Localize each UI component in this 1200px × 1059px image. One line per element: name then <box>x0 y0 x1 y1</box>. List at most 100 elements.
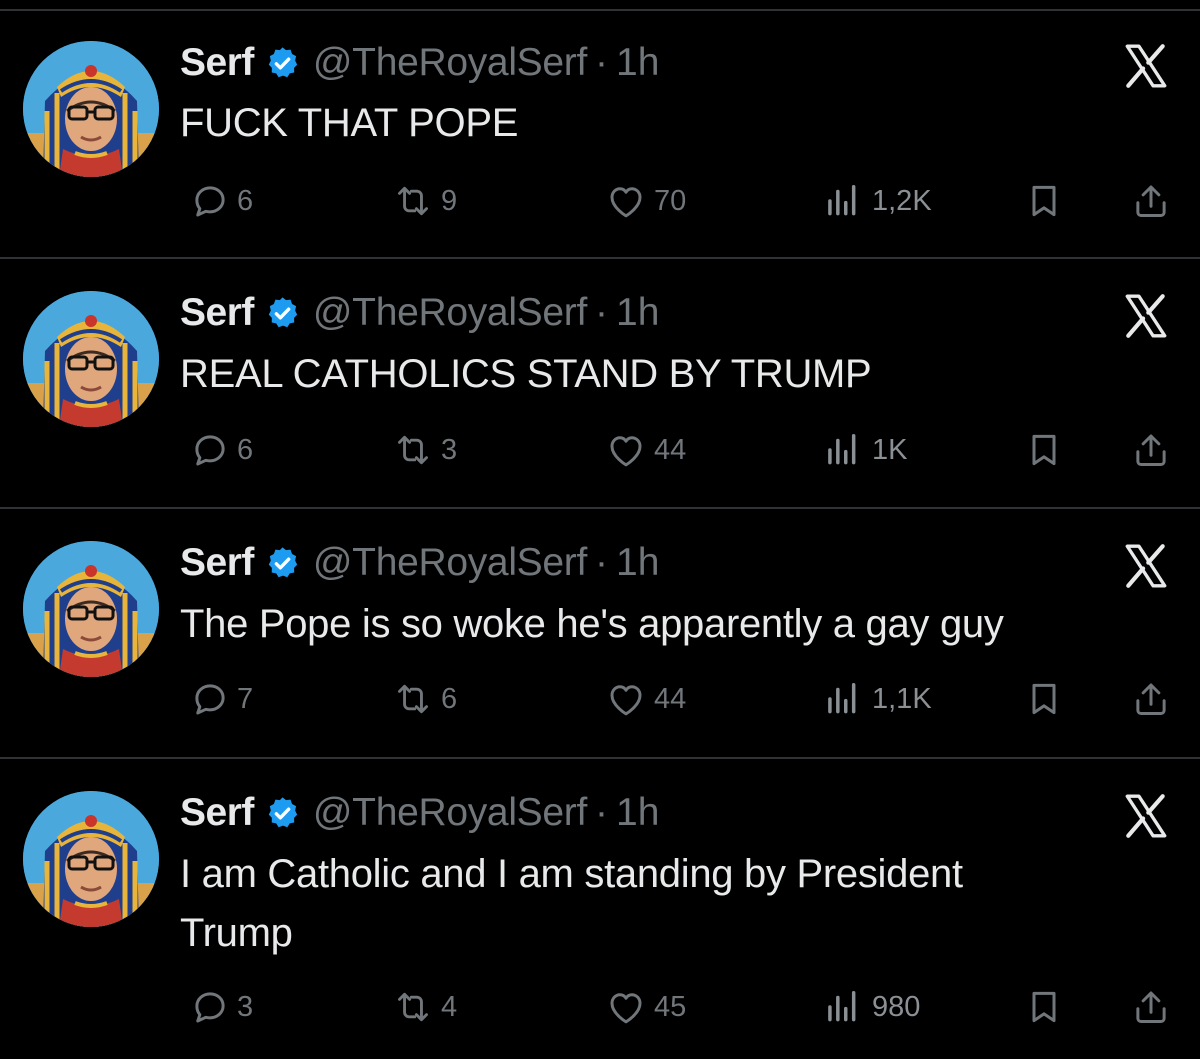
separator: · <box>595 541 609 584</box>
tweet-header: Serf @TheRoyalSerf · 1h <box>180 788 659 838</box>
reply-count: 3 <box>237 990 254 1023</box>
avatar[interactable] <box>23 541 159 677</box>
heart-icon <box>604 678 648 720</box>
share-button[interactable] <box>1124 178 1172 224</box>
timestamp[interactable]: 1h <box>616 38 659 88</box>
display-name[interactable]: Serf <box>180 38 254 88</box>
tweet-text: REAL CATHOLICS STAND BY TRUMP <box>180 352 872 396</box>
share-button[interactable] <box>1124 984 1172 1030</box>
bookmark-button[interactable] <box>1018 427 1064 473</box>
retweet-button[interactable]: 6 <box>385 676 457 722</box>
x-logo-icon <box>1121 41 1171 91</box>
retweet-icon <box>391 180 435 222</box>
action-bar: 3 4 45 980 <box>180 984 1180 1030</box>
reply-icon <box>189 678 231 720</box>
views-count: 1,2K <box>872 184 932 217</box>
tweet-feed: Serf @TheRoyalSerf · 1h FUCK THAT POPE 6… <box>0 0 1200 1059</box>
views-chart-icon <box>822 988 860 1026</box>
retweet-button[interactable]: 4 <box>385 984 457 1030</box>
reply-count: 6 <box>237 184 254 217</box>
handle[interactable]: @TheRoyalSerf <box>313 538 587 588</box>
views-button[interactable]: 980 <box>810 984 920 1030</box>
display-name[interactable]: Serf <box>180 288 254 338</box>
retweet-count: 4 <box>441 990 458 1023</box>
verified-badge-icon <box>264 545 301 582</box>
like-count: 70 <box>654 184 687 217</box>
heart-icon <box>604 429 648 471</box>
share-button[interactable] <box>1124 427 1172 473</box>
separator: · <box>595 41 609 84</box>
views-button[interactable]: 1K <box>810 427 907 473</box>
views-count: 1K <box>872 433 908 466</box>
avatar[interactable] <box>23 791 159 927</box>
retweet-icon <box>391 986 435 1028</box>
x-logo-icon <box>1121 541 1171 591</box>
retweet-button[interactable]: 9 <box>385 178 457 224</box>
heart-icon <box>604 180 648 222</box>
views-button[interactable]: 1,1K <box>810 676 932 722</box>
action-bar: 7 6 44 1,1K <box>180 676 1180 722</box>
tweet[interactable]: Serf @TheRoyalSerf · 1h I am Catholic an… <box>0 759 1200 1059</box>
tweet-header: Serf @TheRoyalSerf · 1h <box>180 38 659 88</box>
tweet-text: FUCK THAT POPE <box>180 101 519 145</box>
reply-button[interactable]: 7 <box>183 676 253 722</box>
reply-button[interactable]: 6 <box>183 178 253 224</box>
share-button[interactable] <box>1124 676 1172 722</box>
share-icon <box>1130 429 1172 471</box>
timestamp[interactable]: 1h <box>616 788 659 838</box>
reply-count: 6 <box>237 433 254 466</box>
bookmark-button[interactable] <box>1018 984 1064 1030</box>
bookmark-icon <box>1024 429 1064 471</box>
reply-icon <box>189 986 231 1028</box>
separator: · <box>595 791 609 834</box>
share-icon <box>1130 986 1172 1028</box>
views-chart-icon <box>822 431 860 469</box>
like-button[interactable]: 44 <box>598 427 686 473</box>
bookmark-icon <box>1024 678 1064 720</box>
bookmark-icon <box>1024 986 1064 1028</box>
reply-button[interactable]: 3 <box>183 984 253 1030</box>
views-chart-icon <box>822 182 860 220</box>
like-button[interactable]: 70 <box>598 178 686 224</box>
reply-count: 7 <box>237 682 254 715</box>
display-name[interactable]: Serf <box>180 538 254 588</box>
retweet-count: 9 <box>441 184 458 217</box>
retweet-icon <box>391 429 435 471</box>
like-count: 44 <box>654 433 687 466</box>
handle[interactable]: @TheRoyalSerf <box>313 788 587 838</box>
retweet-count: 6 <box>441 682 458 715</box>
like-button[interactable]: 45 <box>598 984 686 1030</box>
x-logo-icon <box>1121 791 1171 841</box>
like-count: 44 <box>654 682 687 715</box>
views-count: 980 <box>872 990 921 1023</box>
timestamp[interactable]: 1h <box>616 538 659 588</box>
views-button[interactable]: 1,2K <box>810 178 932 224</box>
timestamp[interactable]: 1h <box>616 288 659 338</box>
tweet-header: Serf @TheRoyalSerf · 1h <box>180 288 659 338</box>
tweet[interactable]: Serf @TheRoyalSerf · 1h REAL CATHOLICS S… <box>0 259 1200 509</box>
tweet[interactable]: Serf @TheRoyalSerf · 1h The Pope is so w… <box>0 509 1200 759</box>
views-count: 1,1K <box>872 682 932 715</box>
handle[interactable]: @TheRoyalSerf <box>313 38 587 88</box>
retweet-count: 3 <box>441 433 458 466</box>
reply-icon <box>189 180 231 222</box>
handle[interactable]: @TheRoyalSerf <box>313 288 587 338</box>
avatar[interactable] <box>23 41 159 177</box>
display-name[interactable]: Serf <box>180 788 254 838</box>
reply-button[interactable]: 6 <box>183 427 253 473</box>
views-chart-icon <box>822 680 860 718</box>
heart-icon <box>604 986 648 1028</box>
like-count: 45 <box>654 990 687 1023</box>
reply-icon <box>189 429 231 471</box>
separator: · <box>595 291 609 334</box>
bookmark-button[interactable] <box>1018 178 1064 224</box>
avatar[interactable] <box>23 291 159 427</box>
verified-badge-icon <box>264 295 301 332</box>
bookmark-button[interactable] <box>1018 676 1064 722</box>
tweet[interactable]: Serf @TheRoyalSerf · 1h FUCK THAT POPE 6… <box>0 11 1200 259</box>
action-bar: 6 3 44 1K <box>180 427 1180 473</box>
like-button[interactable]: 44 <box>598 676 686 722</box>
share-icon <box>1130 180 1172 222</box>
retweet-icon <box>391 678 435 720</box>
retweet-button[interactable]: 3 <box>385 427 457 473</box>
